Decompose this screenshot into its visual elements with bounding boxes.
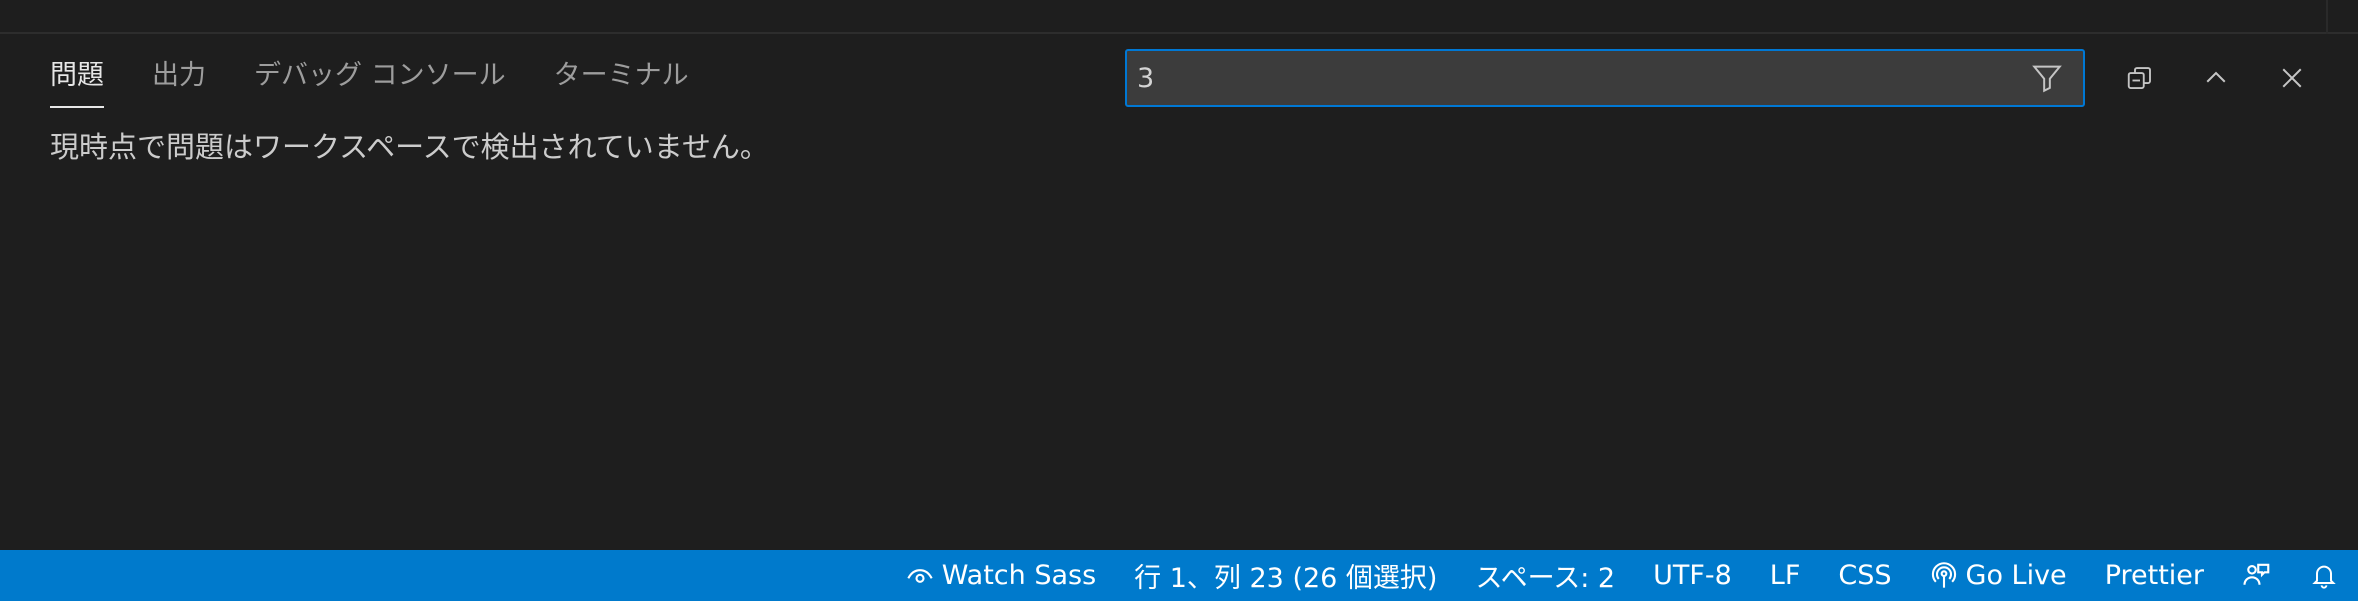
encoding[interactable]: UTF-8	[1653, 550, 1732, 601]
panel-tabs: 問題 出力 デバッグ コンソール ターミナル	[50, 56, 737, 108]
panel-actions	[2120, 58, 2312, 98]
tab-terminal[interactable]: ターミナル	[554, 56, 689, 108]
prettier-button[interactable]: Prettier	[2105, 550, 2204, 601]
notifications-button[interactable]	[2310, 550, 2338, 601]
no-problems-message: 現時点で問題はワークスペースで検出されていません。	[50, 130, 769, 164]
status-bar: Watch Sass 行 1、列 23 (26 個選択) スペース: 2 UTF…	[0, 550, 2358, 601]
collapse-all-icon[interactable]	[2120, 58, 2160, 98]
watch-sass-button[interactable]: Watch Sass	[906, 550, 1096, 601]
close-icon[interactable]	[2272, 58, 2312, 98]
cursor-position[interactable]: 行 1、列 23 (26 個選択)	[1134, 550, 1437, 601]
end-of-line[interactable]: LF	[1770, 550, 1801, 601]
cursor-position-label: 行 1、列 23 (26 個選択)	[1134, 563, 1438, 594]
encoding-label: UTF-8	[1653, 560, 1732, 591]
feedback-button[interactable]	[2242, 550, 2272, 601]
problems-filter[interactable]	[1125, 49, 2085, 107]
prettier-label: Prettier	[2104, 560, 2204, 591]
eol-label: LF	[1769, 560, 1801, 591]
language-label: CSS	[1838, 560, 1892, 591]
indentation[interactable]: スペース: 2	[1475, 550, 1615, 601]
tab-debug-console[interactable]: デバッグ コンソール	[254, 56, 506, 108]
editor-area-edge	[0, 0, 2358, 34]
bell-icon	[2310, 562, 2338, 590]
filter-input[interactable]	[1127, 51, 2027, 105]
filter-icon[interactable]	[2027, 58, 2067, 98]
broadcast-icon	[1930, 561, 1958, 590]
tab-problems[interactable]: 問題	[50, 56, 104, 108]
eye-icon	[906, 562, 934, 590]
problems-panel: 問題 出力 デバッグ コンソール ターミナル 3 現時点で問題はワークスペースで…	[0, 36, 2358, 550]
feedback-icon	[2242, 561, 2272, 591]
scrollbar-edge	[2326, 0, 2328, 34]
language-mode[interactable]: CSS	[1838, 550, 1891, 601]
go-live-button[interactable]: Go Live	[1930, 550, 2067, 601]
indentation-label: スペース: 2	[1475, 563, 1616, 594]
tab-output[interactable]: 出力	[152, 56, 206, 108]
chevron-up-icon[interactable]	[2196, 58, 2236, 98]
watch-sass-label: Watch Sass	[941, 560, 1097, 591]
go-live-label: Go Live	[1965, 560, 2067, 591]
